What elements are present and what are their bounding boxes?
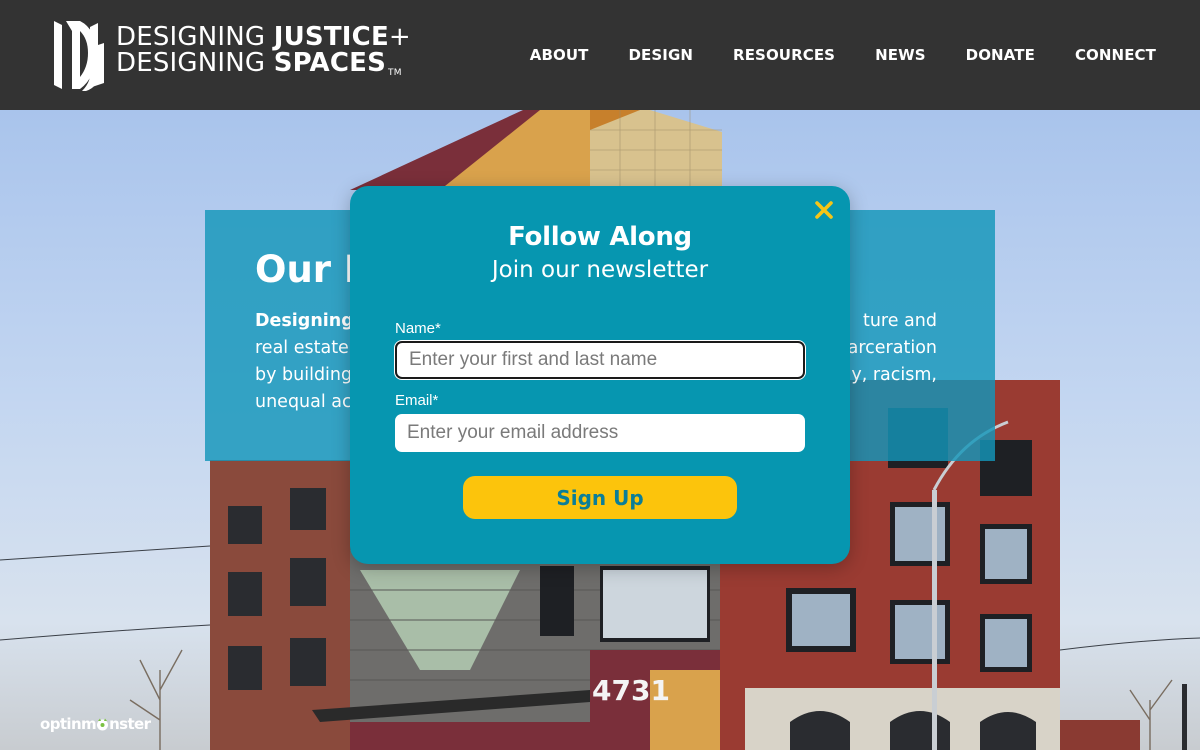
logo-mark-icon <box>54 21 104 91</box>
popup-title: Follow Along <box>508 222 692 252</box>
mission-text-right: ture and arceration y, racism, <box>847 311 937 385</box>
nav-resources[interactable]: RESOURCES <box>733 46 835 64</box>
main-nav: ABOUT DESIGN RESOURCES NEWS DONATE CONNE… <box>490 0 1156 110</box>
optinmonster-badge[interactable]: optinm nster <box>40 711 162 737</box>
nav-donate[interactable]: DONATE <box>966 46 1035 64</box>
nav-news[interactable]: NEWS <box>875 46 926 64</box>
name-input[interactable] <box>395 341 805 379</box>
sign-up-button[interactable]: Sign Up <box>463 476 737 519</box>
mission-text-left: Designing real estate by building unequa… <box>255 311 354 412</box>
address-number: 4731 <box>592 674 670 707</box>
logo-wordmark: DESIGNING JUSTICE+ DESIGNING SPACES TM <box>116 22 411 78</box>
nav-connect[interactable]: CONNECT <box>1075 46 1156 64</box>
site-header: DESIGNING JUSTICE+ DESIGNING SPACES TM AB… <box>0 0 1200 110</box>
email-input[interactable] <box>395 414 805 452</box>
nav-about[interactable]: ABOUT <box>530 46 589 64</box>
popup-subtitle: Join our newsletter <box>491 257 709 283</box>
nav-design[interactable]: DESIGN <box>628 46 693 64</box>
close-icon[interactable] <box>812 198 836 222</box>
email-label: Email* <box>395 392 439 409</box>
name-label: Name* <box>395 320 441 337</box>
monster-logo-icon <box>97 718 109 730</box>
site-logo[interactable]: DESIGNING JUSTICE+ DESIGNING SPACES TM <box>52 16 412 94</box>
newsletter-popup: Follow Along Join our newsletter Name* E… <box>350 186 850 564</box>
